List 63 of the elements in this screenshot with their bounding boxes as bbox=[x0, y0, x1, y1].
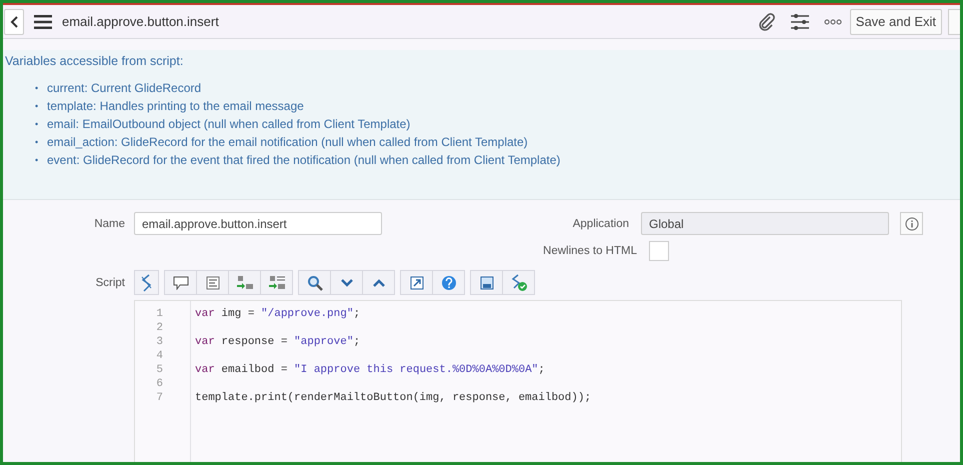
newlines-checkbox[interactable] bbox=[649, 241, 669, 261]
application-field[interactable]: Global bbox=[641, 212, 889, 235]
line-number: 3 bbox=[155, 335, 164, 349]
bullet: • bbox=[35, 154, 40, 167]
expand-icon bbox=[410, 276, 424, 290]
comment-button[interactable] bbox=[164, 270, 197, 295]
field-label: Name bbox=[93, 218, 125, 230]
replace-button[interactable] bbox=[228, 270, 261, 295]
name-field[interactable]: email.approve.button.insert bbox=[134, 212, 382, 235]
info-icon bbox=[904, 216, 918, 230]
next-button[interactable] bbox=[330, 270, 363, 295]
bullet: • bbox=[35, 136, 40, 149]
record-title: email.approve.button.insert bbox=[62, 14, 219, 29]
menu-icon[interactable] bbox=[34, 14, 52, 28]
help-button[interactable] bbox=[432, 270, 465, 295]
text-lines-icon bbox=[206, 276, 220, 290]
search-icon bbox=[306, 274, 322, 290]
help-icon bbox=[440, 274, 456, 290]
paperclip-icon[interactable] bbox=[758, 12, 776, 30]
variable-item: template: Handles printing to the email message bbox=[47, 98, 304, 115]
info-button[interactable] bbox=[900, 212, 923, 235]
variable-item: email_action: GlideRecord for the email notification (null when called from Client Template) bbox=[47, 134, 528, 151]
replace-all-icon bbox=[268, 274, 286, 290]
sliders-icon[interactable] bbox=[790, 12, 810, 30]
field-label: Application bbox=[572, 218, 629, 230]
code-line: var img = "/approve.png"; bbox=[195, 307, 362, 321]
line-number: 4 bbox=[155, 349, 164, 363]
field-label: Newlines to HTML bbox=[542, 245, 637, 257]
variable-item: email: EmailOutbound object (null when called from Client Template) bbox=[47, 116, 410, 133]
bullet: • bbox=[35, 100, 40, 113]
code-line: var emailbod = "I approve this request.%0D%0A%0D%0A"; bbox=[195, 363, 546, 377]
format-button[interactable] bbox=[196, 270, 229, 295]
info-heading: Variables accessible from script: bbox=[5, 54, 184, 68]
save-and-exit-button[interactable]: Save and Exit bbox=[850, 8, 942, 34]
code-line: var response = "approve"; bbox=[195, 335, 362, 349]
bullet: • bbox=[35, 82, 40, 95]
code-line: template.print(renderMailtoButton(img, response, emailbod)); bbox=[195, 391, 592, 405]
save-icon bbox=[480, 276, 494, 290]
field-label: Script bbox=[94, 276, 125, 288]
variable-item: current: Current GlideRecord bbox=[47, 80, 202, 97]
chevron-down-icon bbox=[340, 278, 352, 286]
line-number: 2 bbox=[155, 321, 164, 335]
chevron-up-icon bbox=[372, 278, 384, 286]
syntax-toggle-button[interactable] bbox=[134, 270, 159, 295]
line-number: 1 bbox=[155, 307, 164, 321]
speech-bubble-icon bbox=[172, 276, 188, 290]
save-button[interactable] bbox=[470, 270, 503, 295]
chevron-left-icon bbox=[10, 16, 18, 28]
previous-button[interactable] bbox=[362, 270, 395, 295]
search-button[interactable] bbox=[298, 270, 331, 295]
check-script-button[interactable] bbox=[502, 270, 535, 295]
bullet: • bbox=[35, 118, 40, 131]
line-number: 5 bbox=[155, 363, 164, 377]
line-number: 7 bbox=[155, 391, 164, 405]
replace-all-button[interactable] bbox=[260, 270, 293, 295]
expand-button[interactable] bbox=[400, 270, 433, 295]
variable-item: event: GlideRecord for the event that fired the notification (null when called from Client Template) bbox=[47, 152, 560, 169]
line-number: 6 bbox=[155, 377, 164, 391]
more-icon[interactable] bbox=[824, 18, 842, 24]
code-editor[interactable]: 1 2 3 4 5 6 7 var img = "/approve.png"; var response = "approve"; var emailbod = "I approve this request.%0D%0A%0D%0A"; template.print(renderMailtoButton(img, response, emailbod)); bbox=[134, 300, 902, 462]
back-button[interactable] bbox=[4, 8, 24, 34]
replace-icon bbox=[236, 274, 254, 290]
check-script-icon bbox=[510, 274, 528, 292]
